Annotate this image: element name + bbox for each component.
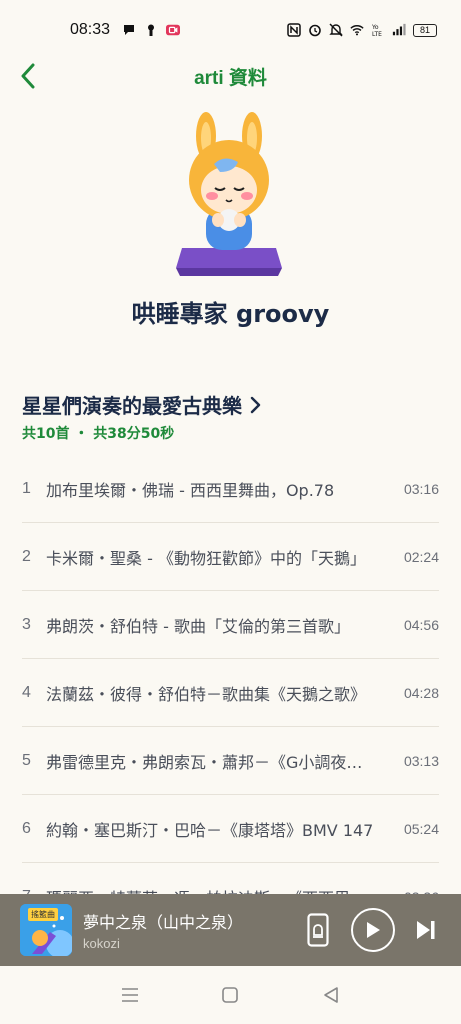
playlist-title: 星星們演奏的最愛古典樂	[22, 394, 242, 418]
page-title: arti 資料	[194, 67, 267, 89]
playlist-meta: 共10首 ・ 共38分50秒	[22, 426, 175, 442]
skip-next-button[interactable]	[411, 915, 441, 945]
track-duration: 05:24	[403, 820, 439, 837]
now-playing-title: 夢中之泉（山中之泉）	[83, 913, 244, 932]
system-back-button[interactable]	[319, 983, 343, 1007]
header: arti 資料	[0, 56, 461, 96]
back-button[interactable]	[14, 60, 42, 92]
chevron-right-icon	[250, 396, 261, 413]
track-name: 約翰・塞巴斯汀・巴哈－《康塔塔》BMV 147	[46, 820, 374, 840]
track-duration: 03:13	[403, 752, 439, 769]
battery-indicator: 81	[413, 23, 437, 37]
now-playing-artist: kokozi	[83, 936, 120, 951]
home-button[interactable]	[218, 983, 242, 1007]
track-row[interactable]: 4 法蘭茲・彼得・舒伯特－歌曲集《天鵝之歌》 04:28	[22, 659, 439, 727]
skip-next-icon	[417, 921, 435, 939]
track-name: 弗朗茨・舒伯特 - 歌曲「艾倫的第三首歌」	[46, 616, 350, 636]
chat-bubble-icon	[124, 25, 135, 35]
recording-icon	[166, 24, 181, 36]
track-row[interactable]: 3 弗朗茨・舒伯特 - 歌曲「艾倫的第三首歌」 04:56	[22, 591, 439, 659]
recents-button[interactable]	[118, 983, 142, 1007]
track-number: 5	[22, 751, 31, 769]
home-icon	[222, 987, 239, 1003]
playlist-title-link[interactable]: 星星們演奏的最愛古典樂	[22, 390, 262, 419]
track-number: 3	[22, 615, 31, 633]
track-number: 4	[22, 683, 31, 701]
track-number: 2	[22, 547, 31, 565]
chevron-left-icon	[21, 63, 35, 89]
track-number: 6	[22, 819, 31, 837]
status-left-icons	[122, 23, 181, 37]
menu-icon	[122, 988, 139, 1002]
track-name: 加布里埃爾・佛瑞 - 西西里舞曲，Op.78	[46, 480, 335, 500]
play-icon	[367, 922, 380, 938]
status-right-icons: Yo LTE 81	[287, 23, 437, 37]
track-duration: 03:16	[403, 480, 439, 497]
track-number: 1	[22, 479, 31, 497]
keyhole-icon	[148, 24, 155, 36]
play-button[interactable]	[351, 908, 395, 952]
track-row[interactable]: 2 卡米爾・聖桑 - 《動物狂歡節》中的「天鵝」 02:24	[22, 523, 439, 591]
now-playing-info[interactable]: 夢中之泉（山中之泉） kokozi	[83, 909, 301, 951]
track-row[interactable]: 1 加布里埃爾・佛瑞 - 西西里舞曲，Op.78 03:16	[22, 455, 439, 523]
system-nav-bar	[0, 966, 461, 1024]
track-duration: 04:56	[403, 616, 439, 633]
device-icon	[307, 913, 329, 947]
svg-text:Yo: Yo	[371, 24, 379, 31]
volte-icon: YoLTE	[371, 24, 382, 37]
track-name: 卡米爾・聖桑 - 《動物狂歡節》中的「天鵝」	[46, 548, 366, 568]
track-row[interactable]: 6 約翰・塞巴斯汀・巴哈－《康塔塔》BMV 147 05:24	[22, 795, 439, 863]
track-list: 1 加布里埃爾・佛瑞 - 西西里舞曲，Op.78 03:16 2 卡米爾・聖桑 …	[0, 455, 461, 931]
mute-icon	[329, 23, 343, 37]
svg-text:LTE: LTE	[372, 31, 382, 37]
album-art[interactable]: 搖籃曲	[20, 904, 72, 956]
alarm-icon	[309, 24, 321, 37]
track-name: 法蘭茲・彼得・舒伯特－歌曲集《天鵝之歌》	[46, 684, 367, 704]
status-bar: 08:33 Yo LTE 81	[0, 0, 461, 60]
album-label: 搖籃曲	[28, 908, 58, 921]
artist-avatar-mascot	[176, 112, 282, 276]
artist-name: 哄睡專家 groovy	[131, 300, 330, 328]
nfc-icon	[287, 23, 301, 37]
wifi-icon	[350, 25, 364, 36]
track-name: 弗雷德里克・弗朗索瓦・蕭邦－《G小調夜曲》	[46, 752, 379, 772]
signal-icon	[392, 23, 406, 36]
track-duration: 04:28	[403, 684, 439, 701]
device-button[interactable]	[301, 910, 335, 950]
track-row[interactable]: 5 弗雷德里克・弗朗索瓦・蕭邦－《G小調夜曲》 03:13	[22, 727, 439, 795]
track-duration: 02:24	[403, 548, 439, 565]
status-time: 08:33	[70, 21, 111, 38]
mini-player[interactable]: 搖籃曲 夢中之泉（山中之泉） kokozi	[0, 894, 461, 966]
back-triangle-icon	[324, 987, 338, 1003]
